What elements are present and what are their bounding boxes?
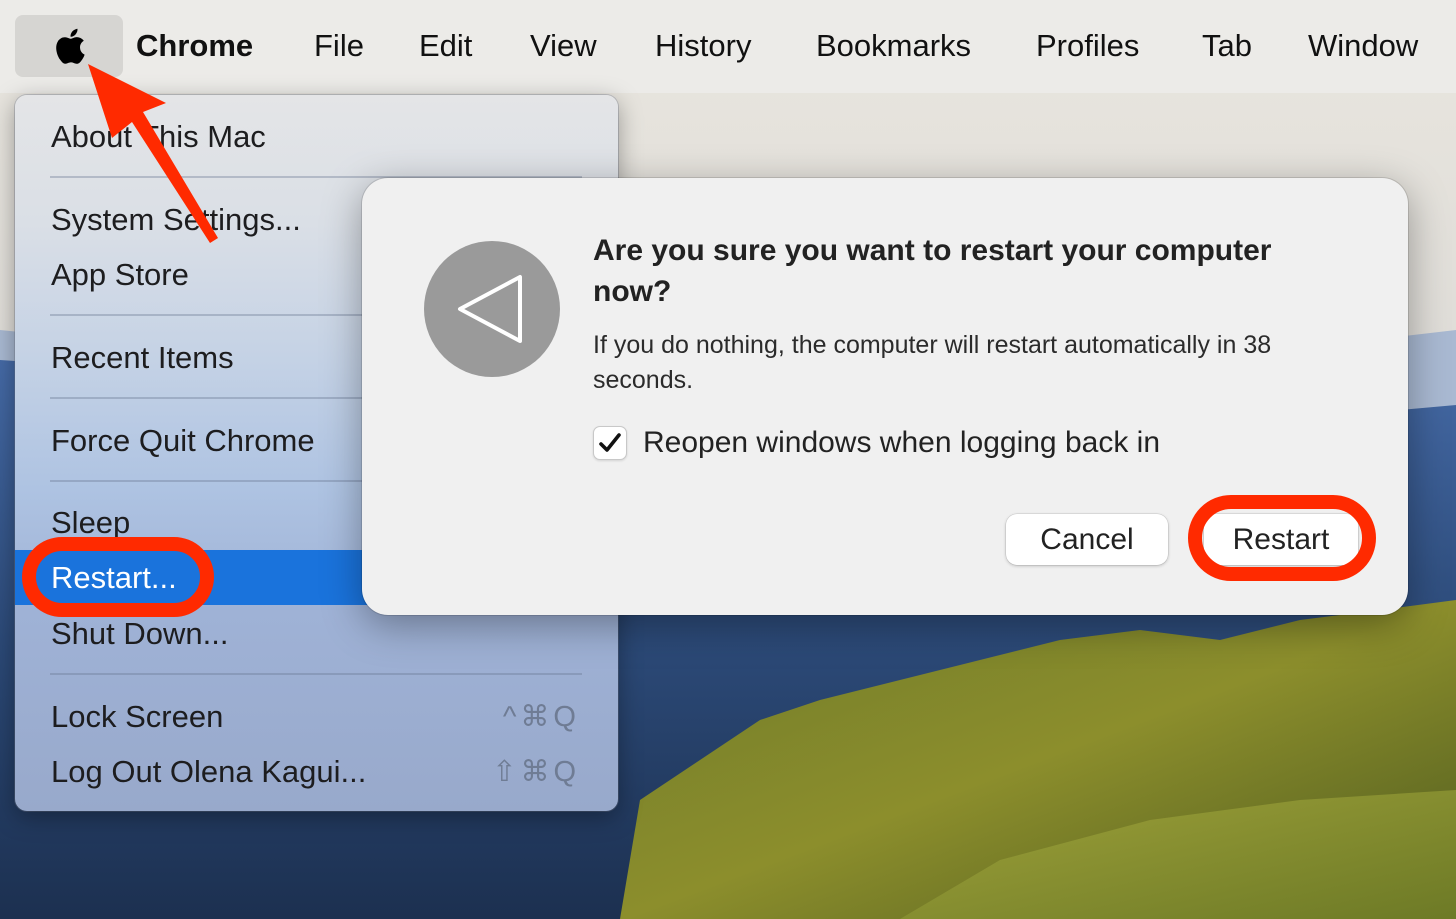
menu-item-force-quit[interactable]: Force Quit Chrome (51, 421, 315, 461)
menu-item-recent-items[interactable]: Recent Items (51, 338, 234, 378)
dialog-message: If you do nothing, the computer will res… (593, 331, 1272, 394)
reopen-windows-option[interactable]: Reopen windows when logging back in (593, 423, 1160, 463)
menu-bookmarks[interactable]: Bookmarks (816, 26, 971, 66)
menu-profiles[interactable]: Profiles (1036, 26, 1139, 66)
menu-tab[interactable]: Tab (1202, 26, 1252, 66)
menu-item-system-settings[interactable]: System Settings... (51, 200, 301, 240)
shortcut-lock-screen: ^⌘Q (502, 701, 580, 733)
menu-file[interactable]: File (314, 26, 364, 66)
menu-app-chrome[interactable]: Chrome (136, 26, 253, 66)
menu-item-lock-screen[interactable]: Lock Screen (51, 697, 223, 737)
reopen-windows-checkbox[interactable] (593, 426, 627, 460)
menu-edit[interactable]: Edit (419, 26, 472, 66)
menu-history[interactable]: History (655, 26, 751, 66)
cancel-button[interactable]: Cancel (1006, 514, 1168, 565)
restart-dialog: Are you sure you want to restart your co… (362, 178, 1408, 615)
menu-bar: Chrome File Edit View History Bookmarks … (0, 0, 1456, 93)
menu-item-shut-down[interactable]: Shut Down... (51, 614, 228, 654)
dialog-title: Are you sure you want to restart your co… (593, 234, 1272, 308)
menu-separator (50, 673, 582, 675)
checkmark-icon (599, 433, 621, 452)
shortcut-log-out: ⇧⌘Q (492, 756, 580, 788)
menu-item-sleep[interactable]: Sleep (51, 503, 130, 543)
menu-item-restart[interactable]: Restart... (51, 558, 177, 598)
menu-item-about-this-mac[interactable]: About This Mac (51, 117, 266, 157)
menu-view[interactable]: View (530, 26, 597, 66)
menu-window[interactable]: Window (1308, 26, 1418, 66)
menu-item-app-store[interactable]: App Store (51, 255, 189, 295)
restart-triangle-icon (424, 241, 560, 377)
restart-button[interactable]: Restart (1204, 514, 1358, 565)
menu-item-log-out[interactable]: Log Out Olena Kagui... (51, 752, 366, 792)
reopen-windows-label[interactable]: Reopen windows when logging back in (643, 426, 1160, 460)
